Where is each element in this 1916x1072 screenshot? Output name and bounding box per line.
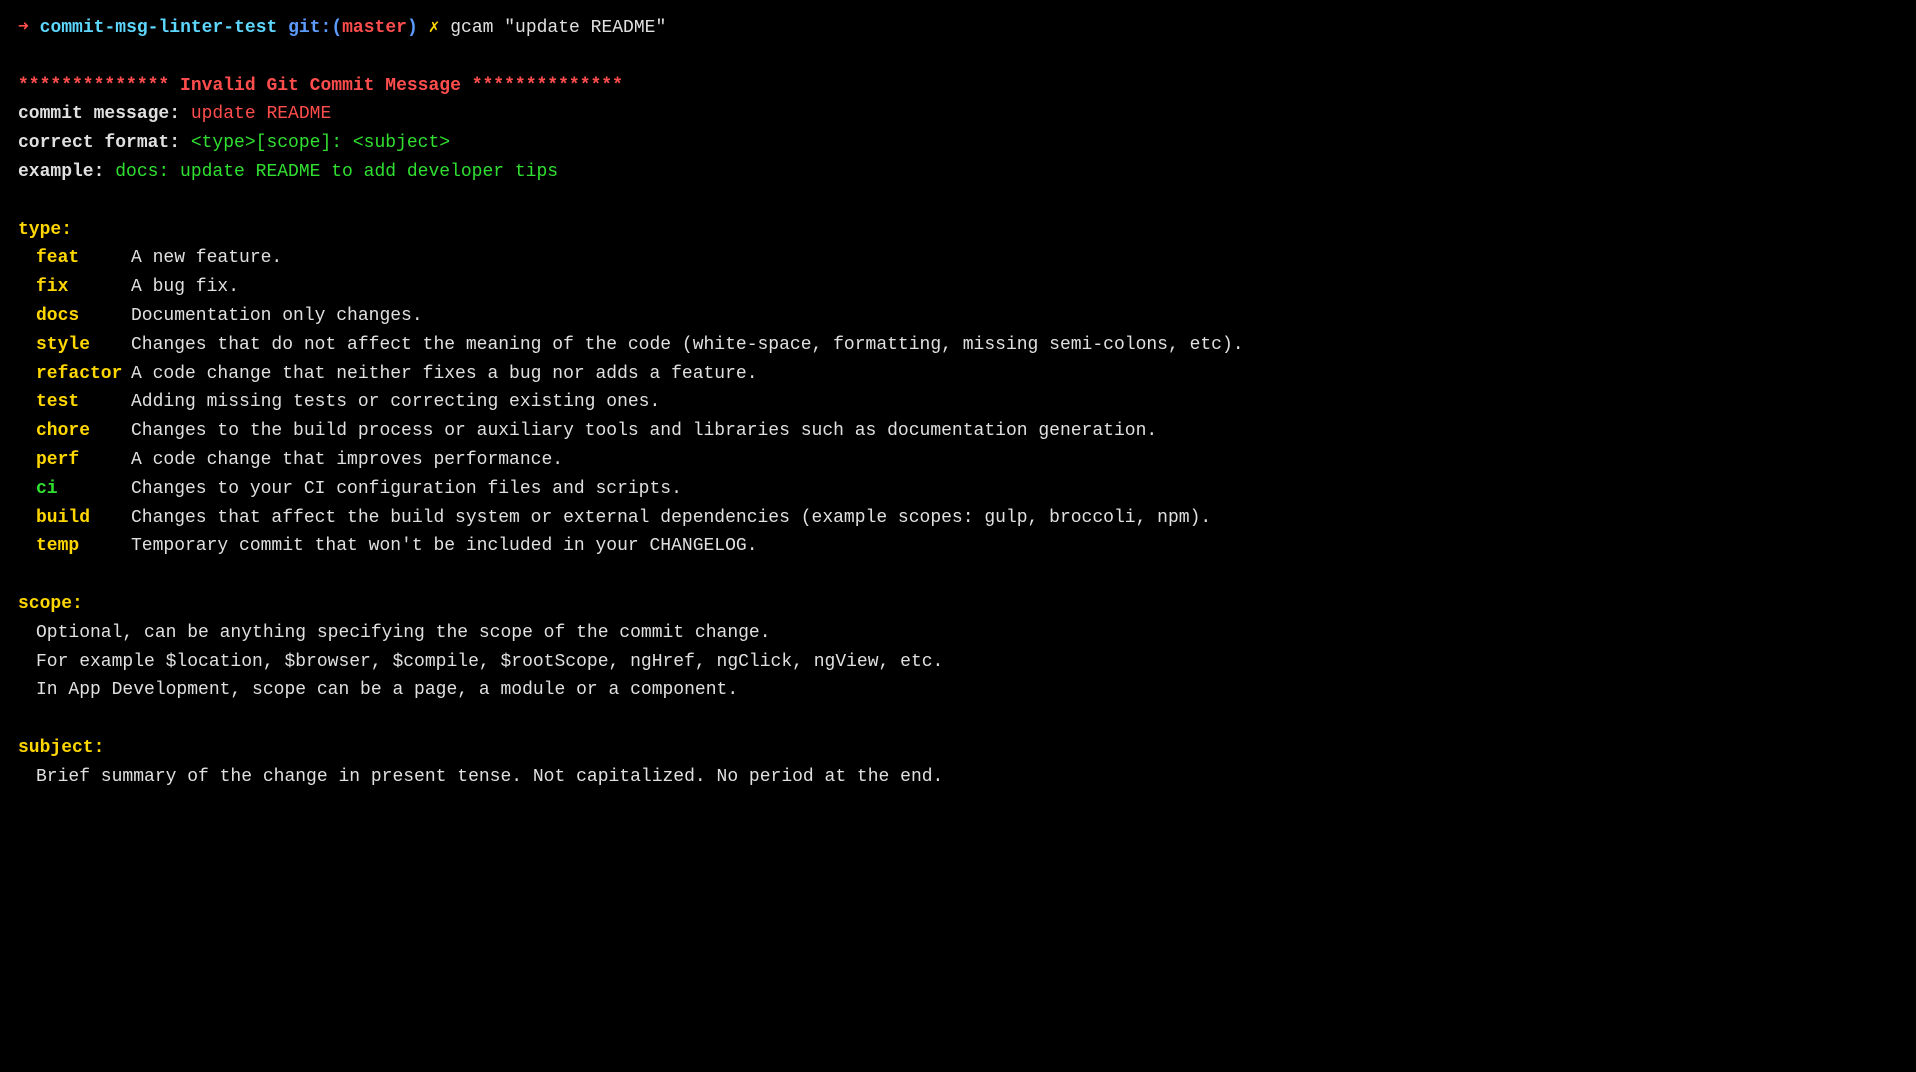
spacer — [18, 705, 1898, 734]
git-label-close: ) — [407, 18, 418, 38]
commit-message-value: update README — [191, 104, 331, 124]
scope-line: Optional, can be anything specifying the… — [18, 619, 1898, 648]
type-row: styleChanges that do not affect the mean… — [18, 331, 1898, 360]
type-desc: A code change that neither fixes a bug n… — [131, 360, 1898, 389]
command-input[interactable]: gcam "update README" — [450, 18, 666, 38]
type-name: style — [36, 331, 131, 360]
directory-name: commit-msg-linter-test — [40, 18, 278, 38]
git-label: git:( — [288, 18, 342, 38]
scope-heading-text: scope: — [18, 594, 83, 614]
type-row: perfA code change that improves performa… — [18, 446, 1898, 475]
type-name: chore — [36, 417, 131, 446]
type-row: tempTemporary commit that won't be inclu… — [18, 532, 1898, 561]
example-value: docs: update README to add developer tip… — [115, 162, 558, 182]
type-desc: Changes that do not affect the meaning o… — [131, 331, 1898, 360]
subject-heading: subject: — [18, 734, 1898, 763]
type-desc: A new feature. — [131, 244, 1898, 273]
subject-list: Brief summary of the change in present t… — [18, 763, 1898, 792]
type-row: testAdding missing tests or correcting e… — [18, 388, 1898, 417]
correct-format-label: correct format: — [18, 133, 191, 153]
error-header: ************** Invalid Git Commit Messag… — [18, 72, 1898, 101]
scope-line: For example $location, $browser, $compil… — [18, 648, 1898, 677]
type-row: fixA bug fix. — [18, 273, 1898, 302]
type-row: featA new feature. — [18, 244, 1898, 273]
type-name: feat — [36, 244, 131, 273]
spacer — [18, 561, 1898, 590]
type-row: docsDocumentation only changes. — [18, 302, 1898, 331]
dirty-indicator-icon: ✗ — [429, 18, 440, 38]
example-row: example: docs: update README to add deve… — [18, 158, 1898, 187]
type-row: choreChanges to the build process or aux… — [18, 417, 1898, 446]
type-name: test — [36, 388, 131, 417]
correct-format-row: correct format: <type>[scope]: <subject> — [18, 129, 1898, 158]
type-name: build — [36, 504, 131, 533]
type-heading-text: type: — [18, 220, 72, 240]
subject-line: Brief summary of the change in present t… — [18, 763, 1898, 792]
commit-message-row: commit message: update README — [18, 100, 1898, 129]
correct-format-value: <type>[scope]: <subject> — [191, 133, 450, 153]
type-desc: Changes that affect the build system or … — [131, 504, 1898, 533]
scope-heading: scope: — [18, 590, 1898, 619]
type-heading: type: — [18, 216, 1898, 245]
prompt-arrow-icon: ➜ — [18, 18, 29, 38]
type-desc: Temporary commit that won't be included … — [131, 532, 1898, 561]
header-title: Invalid Git Commit Message — [169, 76, 471, 96]
type-desc: A bug fix. — [131, 273, 1898, 302]
type-row: ciChanges to your CI configuration files… — [18, 475, 1898, 504]
type-desc: Documentation only changes. — [131, 302, 1898, 331]
type-name: perf — [36, 446, 131, 475]
example-label: example: — [18, 162, 115, 182]
type-name: docs — [36, 302, 131, 331]
type-name: temp — [36, 532, 131, 561]
type-desc: Changes to your CI configuration files a… — [131, 475, 1898, 504]
header-stars-right: ************** — [472, 76, 623, 96]
commit-message-label: commit message: — [18, 104, 191, 124]
subject-heading-text: subject: — [18, 738, 104, 758]
header-stars-left: ************** — [18, 76, 169, 96]
scope-line: In App Development, scope can be a page,… — [18, 676, 1898, 705]
type-row: refactorA code change that neither fixes… — [18, 360, 1898, 389]
type-list: featA new feature.fixA bug fix.docsDocum… — [18, 244, 1898, 561]
terminal-prompt-line: ➜ commit-msg-linter-test git:(master) ✗ … — [18, 14, 1898, 43]
git-branch: master — [342, 18, 407, 38]
type-row: buildChanges that affect the build syste… — [18, 504, 1898, 533]
type-desc: A code change that improves performance. — [131, 446, 1898, 475]
type-desc: Changes to the build process or auxiliar… — [131, 417, 1898, 446]
type-name: refactor — [36, 360, 131, 389]
scope-list: Optional, can be anything specifying the… — [18, 619, 1898, 705]
type-desc: Adding missing tests or correcting exist… — [131, 388, 1898, 417]
spacer — [18, 187, 1898, 216]
type-name: fix — [36, 273, 131, 302]
type-name: ci — [36, 475, 131, 504]
